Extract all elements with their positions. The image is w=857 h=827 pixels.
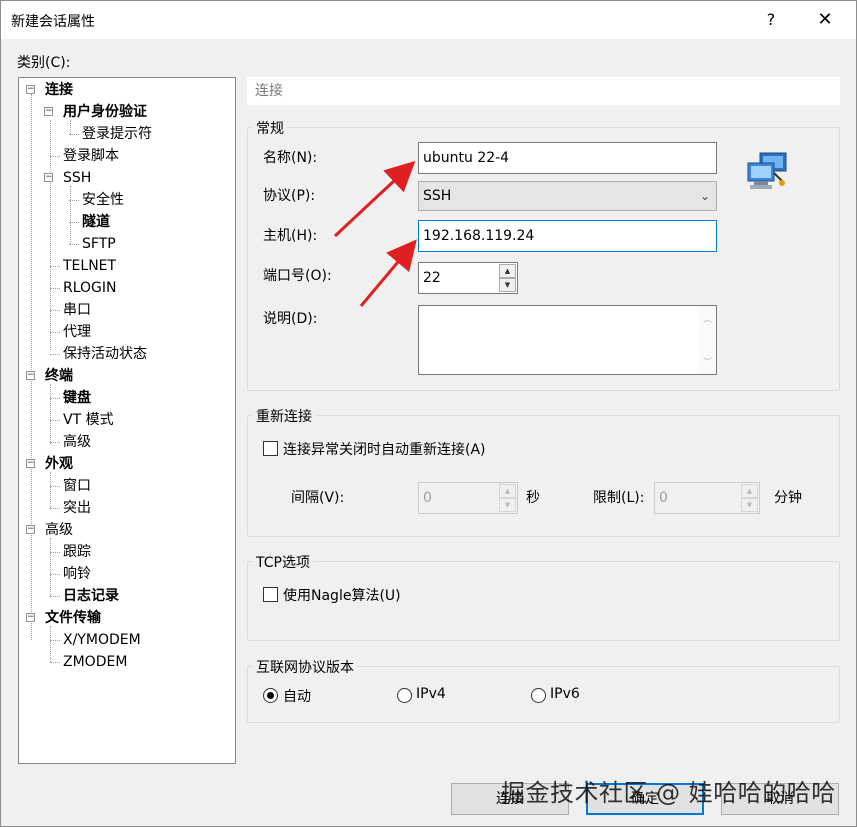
annotation-arrows: [333, 160, 417, 307]
watermark: 掘金技术社区 @ 娃哈哈的哈哈: [501, 779, 836, 807]
arrow-to-name: [333, 160, 416, 238]
arrow-to-host: [359, 239, 417, 307]
session-properties-dialog: 新建会话属性 ? ✕ 类别(C): − 连接 − 用户身份验证 登录提示符 登录脚本 − SS…: [0, 0, 857, 827]
